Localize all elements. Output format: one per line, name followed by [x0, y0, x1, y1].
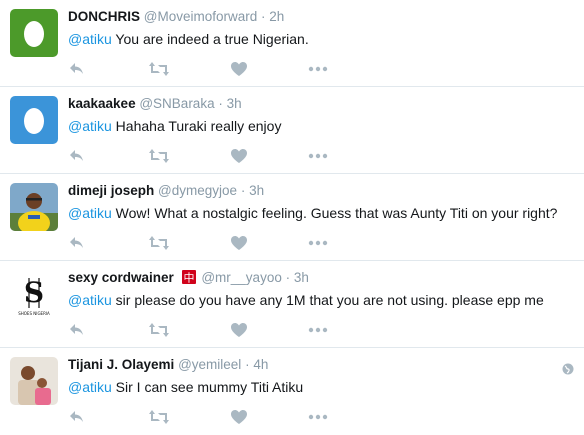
- logo-caption: SHOES NIGERIA: [18, 311, 50, 316]
- like-icon[interactable]: [230, 234, 248, 252]
- retweet-icon[interactable]: [148, 60, 170, 78]
- tweet-text: @atiku Wow! What a nostalgic feeling. Gu…: [68, 203, 574, 223]
- flag-badge-icon: 中: [181, 270, 196, 285]
- tweet-actions: [68, 234, 348, 252]
- tweet-header: dimeji joseph @dymegyjoe · 3h: [68, 182, 574, 200]
- like-icon[interactable]: [230, 408, 248, 426]
- user-fullname[interactable]: DONCHRIS: [68, 9, 140, 24]
- mention-link[interactable]: @atiku: [68, 31, 112, 47]
- tweet[interactable]: dimeji joseph @dymegyjoe · 3h @atiku Wow…: [0, 174, 584, 261]
- timestamp[interactable]: 3h: [227, 96, 242, 111]
- user-fullname[interactable]: dimeji joseph: [68, 183, 154, 198]
- avatar[interactable]: [10, 9, 58, 57]
- tweet-actions: [68, 60, 348, 78]
- tweet[interactable]: kaakaakee @SNBaraka · 3h @atiku Hahaha T…: [0, 87, 584, 174]
- like-icon[interactable]: [230, 321, 248, 339]
- timestamp[interactable]: 4h: [253, 357, 268, 372]
- avatar[interactable]: S SHOES NIGERIA: [10, 270, 58, 318]
- more-icon[interactable]: [308, 321, 328, 339]
- tweet-text: @atiku sir please do you have any 1M tha…: [68, 290, 574, 310]
- mention-link[interactable]: @atiku: [68, 118, 112, 134]
- logo-s-icon: S SHOES NIGERIA: [10, 270, 58, 318]
- avatar[interactable]: [10, 357, 58, 405]
- tweet[interactable]: S SHOES NIGERIA sexy cordwainer 中 @mr__y…: [0, 261, 584, 348]
- retweet-icon[interactable]: [148, 408, 170, 426]
- retweet-icon[interactable]: [148, 234, 170, 252]
- tweet-text: @atiku Sir I can see mummy Titi Atiku: [68, 377, 574, 397]
- tweet-header: kaakaakee @SNBaraka · 3h: [68, 95, 574, 113]
- user-handle[interactable]: @Moveimoforward: [144, 9, 257, 24]
- mention-link[interactable]: @atiku: [68, 379, 112, 395]
- mention-link[interactable]: @atiku: [68, 205, 112, 221]
- user-fullname[interactable]: Tijani J. Olayemi: [68, 357, 174, 372]
- separator: ·: [245, 357, 250, 372]
- like-icon[interactable]: [230, 147, 248, 165]
- tweet[interactable]: Tijani J. Olayemi @yemileel · 4h @atiku …: [0, 348, 584, 435]
- more-icon[interactable]: [308, 60, 328, 78]
- timeline: DONCHRIS @Moveimoforward · 2h @atiku You…: [0, 0, 584, 429]
- reply-icon[interactable]: [68, 408, 86, 426]
- tweet-body: You are indeed a true Nigerian.: [111, 31, 309, 47]
- tweet-text: @atiku You are indeed a true Nigerian.: [68, 29, 574, 49]
- retweet-icon[interactable]: [148, 147, 170, 165]
- profile-photo: [10, 357, 58, 405]
- tweet-header: sexy cordwainer 中 @mr__yayoo · 3h: [68, 269, 574, 287]
- like-icon[interactable]: [230, 60, 248, 78]
- user-fullname[interactable]: sexy cordwainer: [68, 270, 174, 285]
- more-icon[interactable]: [308, 408, 328, 426]
- reply-icon[interactable]: [68, 234, 86, 252]
- globe-icon: [562, 362, 574, 375]
- more-icon[interactable]: [308, 234, 328, 252]
- reply-icon[interactable]: [68, 321, 86, 339]
- tweet-body: sir please do you have any 1M that you a…: [111, 292, 544, 308]
- timestamp[interactable]: 3h: [249, 183, 264, 198]
- tweet-actions: [68, 321, 348, 339]
- tweet-actions: [68, 408, 348, 426]
- timestamp[interactable]: 2h: [269, 9, 284, 24]
- separator: ·: [285, 270, 291, 285]
- tweet-body: Sir I can see mummy Titi Atiku: [111, 379, 304, 395]
- separator: ·: [218, 96, 223, 111]
- egg-avatar-icon: [10, 96, 58, 144]
- tweet-text: @atiku Hahaha Turaki really enjoy: [68, 116, 574, 136]
- avatar[interactable]: [10, 96, 58, 144]
- user-handle[interactable]: @mr__yayoo: [201, 270, 282, 285]
- separator: ·: [261, 9, 266, 24]
- svg-text:S: S: [24, 276, 44, 309]
- user-fullname[interactable]: kaakaakee: [68, 96, 136, 111]
- tweet[interactable]: DONCHRIS @Moveimoforward · 2h @atiku You…: [0, 0, 584, 87]
- profile-photo: [10, 183, 58, 231]
- tweet-actions: [68, 147, 348, 165]
- avatar[interactable]: [10, 183, 58, 231]
- more-icon[interactable]: [308, 147, 328, 165]
- mention-link[interactable]: @atiku: [68, 292, 112, 308]
- badge-glyph: 中: [183, 272, 194, 285]
- tweet-header: DONCHRIS @Moveimoforward · 2h: [68, 8, 574, 26]
- tweet-body: Wow! What a nostalgic feeling. Guess tha…: [111, 205, 558, 221]
- egg-avatar-icon: [10, 9, 58, 57]
- user-handle[interactable]: @dymegyjoe: [158, 183, 237, 198]
- reply-icon[interactable]: [68, 147, 86, 165]
- tweet-body: Hahaha Turaki really enjoy: [111, 118, 282, 134]
- timestamp[interactable]: 3h: [294, 270, 309, 285]
- user-handle[interactable]: @yemileel: [178, 357, 241, 372]
- reply-icon[interactable]: [68, 60, 86, 78]
- tweet-header: Tijani J. Olayemi @yemileel · 4h: [68, 356, 574, 374]
- separator: ·: [240, 183, 246, 198]
- retweet-icon[interactable]: [148, 321, 170, 339]
- user-handle[interactable]: @SNBaraka: [139, 96, 214, 111]
